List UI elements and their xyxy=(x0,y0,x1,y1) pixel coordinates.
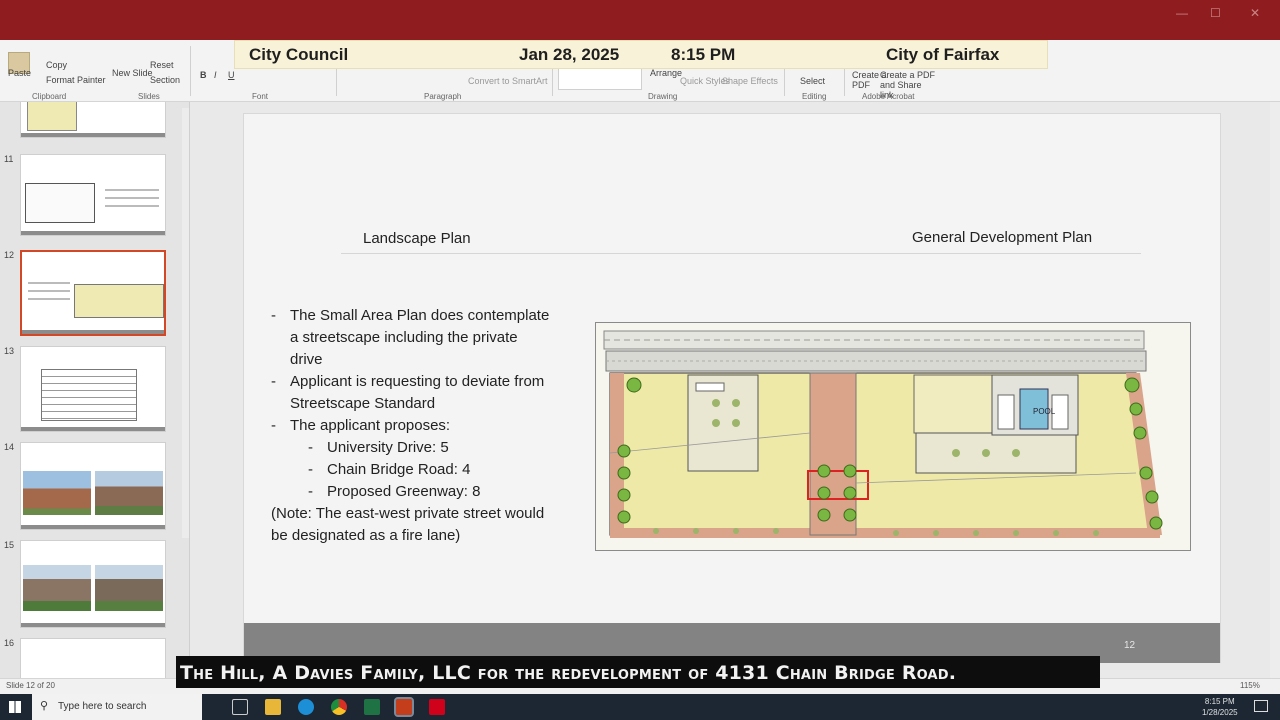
pool-label: POOL xyxy=(1033,407,1056,416)
heading-general-development-plan: General Development Plan xyxy=(912,229,1093,246)
shape-effects-button[interactable]: Shape Effects xyxy=(722,76,778,86)
maximize-icon[interactable]: ☐ xyxy=(1210,6,1221,20)
taskbar: ⚲ Type here to search 8:15 PM 1/28/2025 xyxy=(0,694,1280,720)
italic-button[interactable]: I xyxy=(214,70,217,80)
heading-landscape-plan: Landscape Plan xyxy=(363,230,471,247)
slide-thumbnail-16[interactable] xyxy=(20,638,166,678)
bold-button[interactable]: B xyxy=(200,70,207,80)
banner-council: City Council xyxy=(249,45,349,64)
edge-icon[interactable] xyxy=(298,699,314,715)
slide-thumbnail-13[interactable] xyxy=(20,346,166,432)
slide-page-number: 12 xyxy=(1124,640,1136,651)
slide-number-15: 15 xyxy=(4,540,15,550)
close-icon[interactable]: ✕ xyxy=(1250,6,1260,20)
editor-scrollbar[interactable] xyxy=(1270,102,1280,678)
excel-icon[interactable] xyxy=(364,699,380,715)
format-painter-button[interactable]: Format Painter xyxy=(46,75,106,85)
sub-bullet-item: Chain Bridge Road: 4 xyxy=(327,461,471,478)
group-label-adobe-acrobat: Adobe Acrobat xyxy=(862,92,915,101)
note-line: (Note: The east-west private street woul… xyxy=(271,505,545,522)
slide-thumbnail-11[interactable] xyxy=(20,154,166,236)
task-view-icon[interactable] xyxy=(232,699,248,715)
group-label-drawing: Drawing xyxy=(648,92,678,101)
bullet-item: The Small Area Plan does contemplate xyxy=(290,307,550,324)
windows-start-icon[interactable] xyxy=(9,701,21,713)
meeting-banner: City Council Jan 28, 2025 8:15 PM City o… xyxy=(234,40,1048,69)
slide-thumbnails-panel: 11 12 13 14 15 16 xyxy=(0,102,190,678)
group-label-paragraph: Paragraph xyxy=(424,92,462,101)
reset-button[interactable]: Reset xyxy=(150,60,174,70)
sub-bullet-item: University Drive: 5 xyxy=(327,439,449,456)
site-plan-image: POOL xyxy=(595,322,1191,551)
search-placeholder: Type here to search xyxy=(58,701,147,712)
taskbar-clock[interactable]: 8:15 PM 1/28/2025 xyxy=(1202,696,1238,718)
slide-thumbnail-15[interactable] xyxy=(20,540,166,628)
slide-thumbnail-10[interactable] xyxy=(20,102,166,138)
title-bar: — ☐ ✕ xyxy=(0,0,1280,40)
group-label-font: Font xyxy=(252,92,269,101)
shapes-gallery[interactable] xyxy=(558,68,642,90)
paste-button[interactable]: Paste xyxy=(8,68,31,78)
slide-thumbnail-14[interactable] xyxy=(20,442,166,530)
bullet-item: Streetscape Standard xyxy=(290,395,436,412)
convert-smartart-button[interactable]: Convert to SmartArt xyxy=(468,76,548,86)
group-label-slides: Slides xyxy=(138,92,160,101)
section-button[interactable]: Section xyxy=(150,75,180,85)
chrome-icon[interactable] xyxy=(331,699,347,715)
slide-number-12: 12 xyxy=(4,250,15,260)
underline-button[interactable]: U xyxy=(228,70,235,80)
caption-text: The Hill, A Davies Family, LLC for the r… xyxy=(180,662,957,684)
search-icon: ⚲ xyxy=(40,700,49,712)
powerpoint-icon[interactable] xyxy=(394,697,414,717)
slide-number-14: 14 xyxy=(4,442,15,452)
slide-canvas[interactable]: Landscape Plan General Development Plan … xyxy=(243,113,1221,663)
file-explorer-icon[interactable] xyxy=(265,699,281,715)
arrange-button[interactable]: Arrange xyxy=(650,68,682,78)
closed-caption-bar: The Hill, A Davies Family, LLC for the r… xyxy=(176,656,1100,688)
group-label-editing: Editing xyxy=(802,92,827,101)
slide-number-16: 16 xyxy=(4,638,15,648)
banner-date: Jan 28, 2025 xyxy=(519,45,620,64)
banner-city: City of Fairfax xyxy=(886,45,1000,64)
notification-icon[interactable] xyxy=(1254,700,1268,712)
copy-button[interactable]: Copy xyxy=(46,60,67,70)
bullet-item: drive xyxy=(290,351,323,368)
slide-number-13: 13 xyxy=(4,346,15,356)
site-plan-drawing xyxy=(596,323,1190,550)
select-button[interactable]: Select xyxy=(800,76,825,86)
new-slide-button[interactable]: New Slide xyxy=(112,68,153,78)
divider-line xyxy=(341,253,1141,254)
slide-thumbnail-12[interactable] xyxy=(20,250,166,336)
sub-bullet-item: Proposed Greenway: 8 xyxy=(327,483,481,500)
bullet-item: a streetscape including the private xyxy=(290,329,518,346)
minimize-icon[interactable]: — xyxy=(1176,6,1188,20)
slide-number-11: 11 xyxy=(4,154,14,164)
bullet-item: The applicant proposes: xyxy=(290,417,451,434)
acrobat-icon[interactable] xyxy=(429,699,445,715)
bullet-item: Applicant is requesting to deviate from xyxy=(290,373,545,390)
zoom-level[interactable]: 115% xyxy=(1240,681,1260,690)
slide-counter: Slide 12 of 20 xyxy=(6,681,55,690)
note-line: be designated as a fire lane) xyxy=(271,527,461,544)
thumbnails-scrollbar[interactable] xyxy=(182,108,189,538)
group-label-clipboard: Clipboard xyxy=(32,92,67,101)
taskbar-search-box[interactable]: ⚲ Type here to search xyxy=(32,694,202,720)
banner-time: 8:15 PM xyxy=(671,45,736,64)
